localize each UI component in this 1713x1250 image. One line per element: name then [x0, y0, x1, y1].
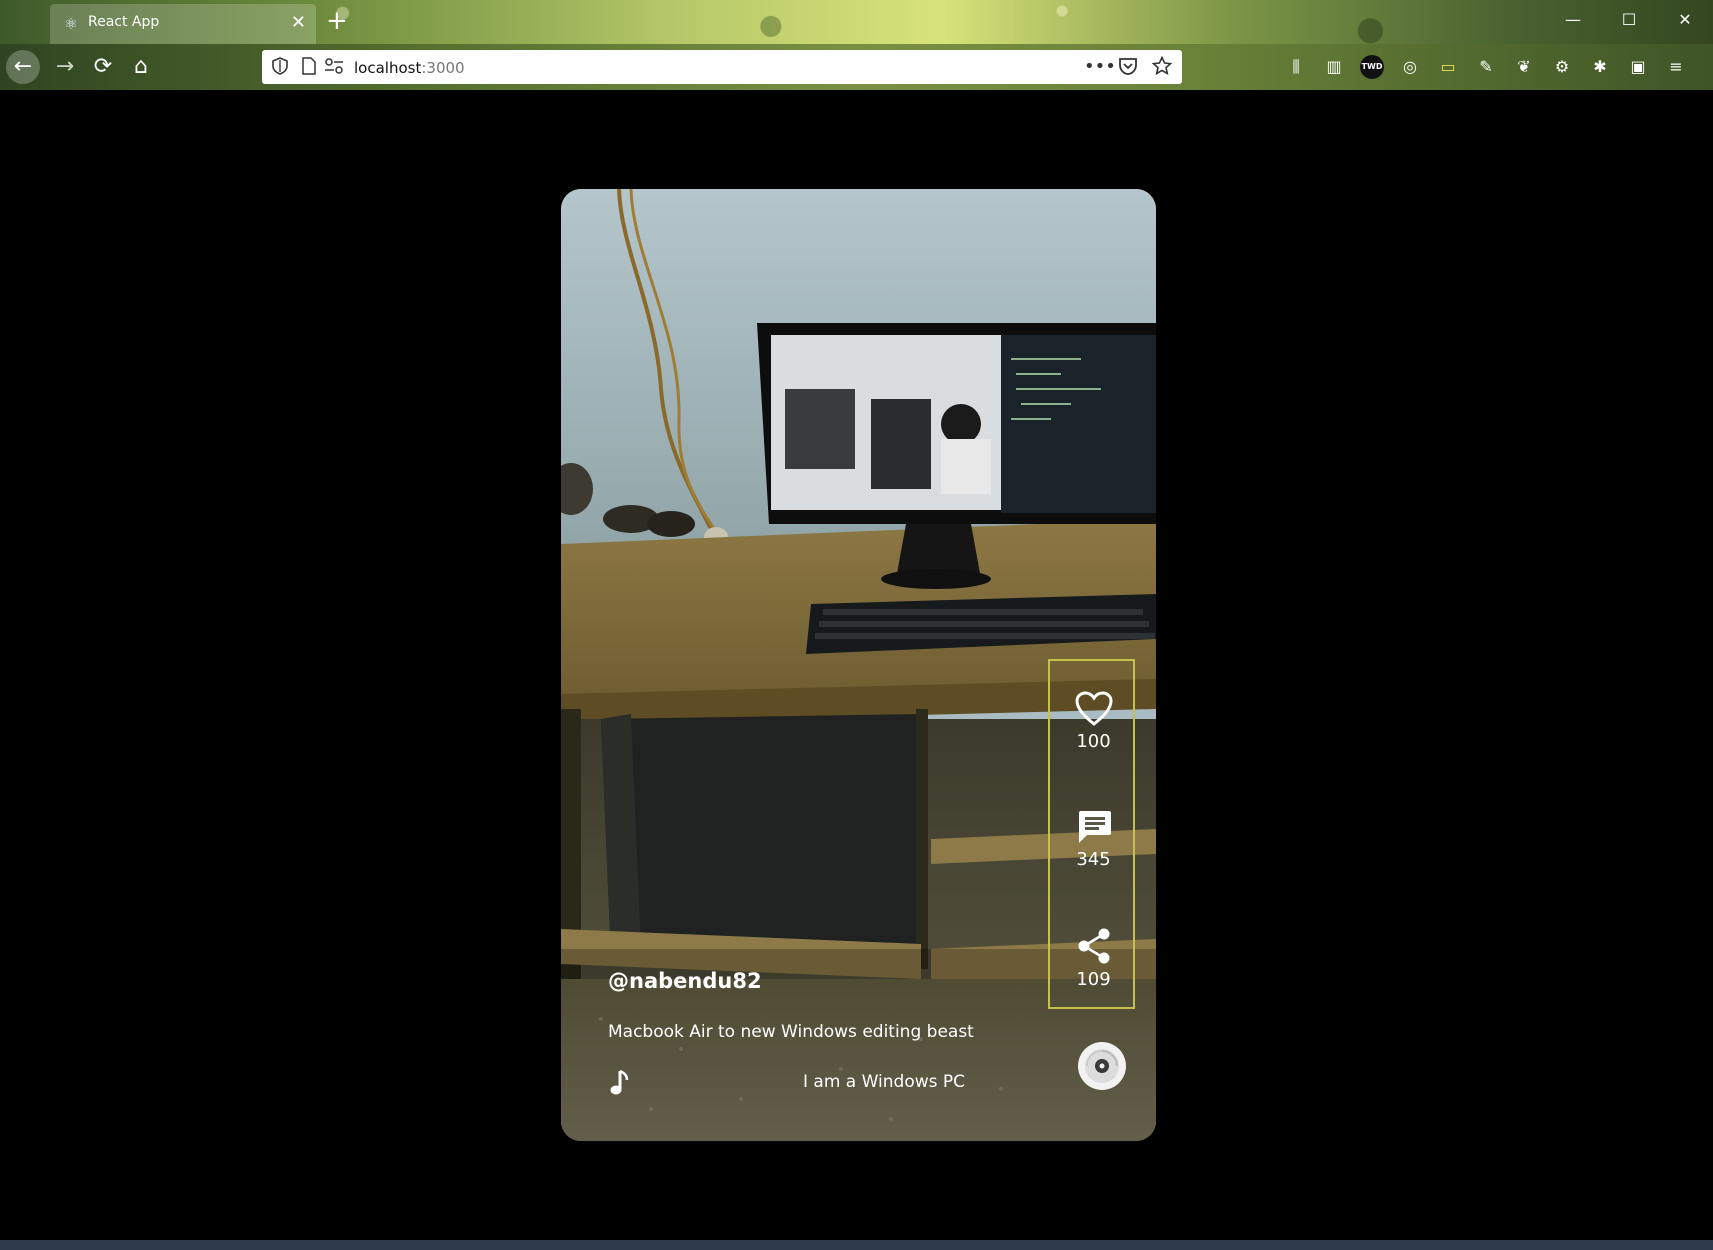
heart-icon[interactable] — [1074, 691, 1113, 727]
video-username[interactable]: @nabendu82 — [608, 969, 762, 993]
comment-action[interactable]: 345 — [1050, 809, 1137, 870]
share-icon[interactable] — [1075, 927, 1113, 965]
video-description: Macbook Air to new Windows editing beast — [608, 1022, 974, 1042]
like-action[interactable]: 100 — [1050, 691, 1137, 752]
extension-puzzle-icon[interactable]: ✱ — [1588, 55, 1612, 79]
maximize-button[interactable]: ☐ — [1601, 0, 1657, 40]
tab-title: React App — [88, 14, 160, 30]
url-bar[interactable]: localhost:3000 ••• — [262, 50, 1182, 84]
share-count: 109 — [1076, 969, 1111, 990]
extension-globe-icon[interactable]: ◎ — [1398, 55, 1422, 79]
minimize-button[interactable]: — — [1545, 0, 1601, 40]
toolbar-icons: ⫼ ▥ TWD ◎ ▭ ✎ ❦ ⚙ ✱ ▣ ≡ — [1284, 52, 1688, 82]
music-note-icon — [610, 1069, 629, 1095]
close-window-button[interactable]: ✕ — [1657, 0, 1713, 40]
url-text[interactable]: localhost:3000 — [354, 59, 465, 77]
extension-twd-icon[interactable]: TWD — [1360, 55, 1384, 79]
share-action[interactable]: 109 — [1050, 927, 1137, 990]
browser-window: ⚛ React App ✕ + — ☐ ✕ ← → ⟳ ⌂ localhost:… — [0, 0, 1713, 1250]
new-tab-button[interactable]: + — [326, 6, 348, 36]
bookmark-star-icon[interactable] — [1151, 55, 1173, 82]
pocket-icon[interactable] — [1118, 56, 1138, 82]
taskbar-edge — [0, 1240, 1713, 1250]
spinning-record-icon[interactable] — [1077, 1041, 1127, 1091]
extension-gear-icon[interactable]: ⚙ — [1550, 55, 1574, 79]
gift-icon[interactable]: ▣ — [1626, 55, 1650, 79]
extension-screen-icon[interactable]: ▭ — [1436, 55, 1460, 79]
window-controls: — ☐ ✕ — [1545, 0, 1713, 40]
reader-view-icon[interactable]: ▥ — [1322, 55, 1346, 79]
home-button[interactable]: ⌂ — [124, 50, 158, 84]
comment-icon[interactable] — [1075, 809, 1113, 845]
song-title: I am a Windows PC — [803, 1072, 966, 1092]
comment-count: 345 — [1076, 849, 1111, 870]
library-icon[interactable]: ⫼ — [1284, 55, 1308, 79]
react-favicon-icon: ⚛ — [64, 15, 78, 33]
tab-close-icon[interactable]: ✕ — [291, 12, 306, 34]
page-actions-icon[interactable]: ••• — [1084, 56, 1116, 78]
extension-paw-icon[interactable]: ❦ — [1512, 55, 1536, 79]
browser-tab[interactable]: ⚛ React App ✕ — [50, 4, 316, 44]
url-host: localhost — [354, 59, 422, 77]
video-card[interactable]: 100 345 109 @nabendu82 Macbook Air to ne… — [561, 189, 1156, 1141]
menu-icon[interactable]: ≡ — [1664, 55, 1688, 79]
navigation-toolbar: ← → ⟳ ⌂ localhost:3000 ••• ⫼ ▥ TWD ◎ ▭ ✎… — [0, 44, 1713, 90]
url-port: :3000 — [421, 59, 465, 77]
page-info-icon[interactable] — [302, 57, 316, 80]
shield-icon[interactable] — [272, 57, 288, 80]
reload-button[interactable]: ⟳ — [86, 50, 120, 84]
forward-button[interactable]: → — [48, 50, 82, 84]
back-button[interactable]: ← — [6, 50, 40, 84]
video-actions-sidebar: 100 345 109 — [1048, 659, 1135, 1009]
like-count: 100 — [1076, 731, 1111, 752]
notes-icon[interactable]: ✎ — [1474, 55, 1498, 79]
permissions-icon[interactable] — [324, 57, 344, 80]
